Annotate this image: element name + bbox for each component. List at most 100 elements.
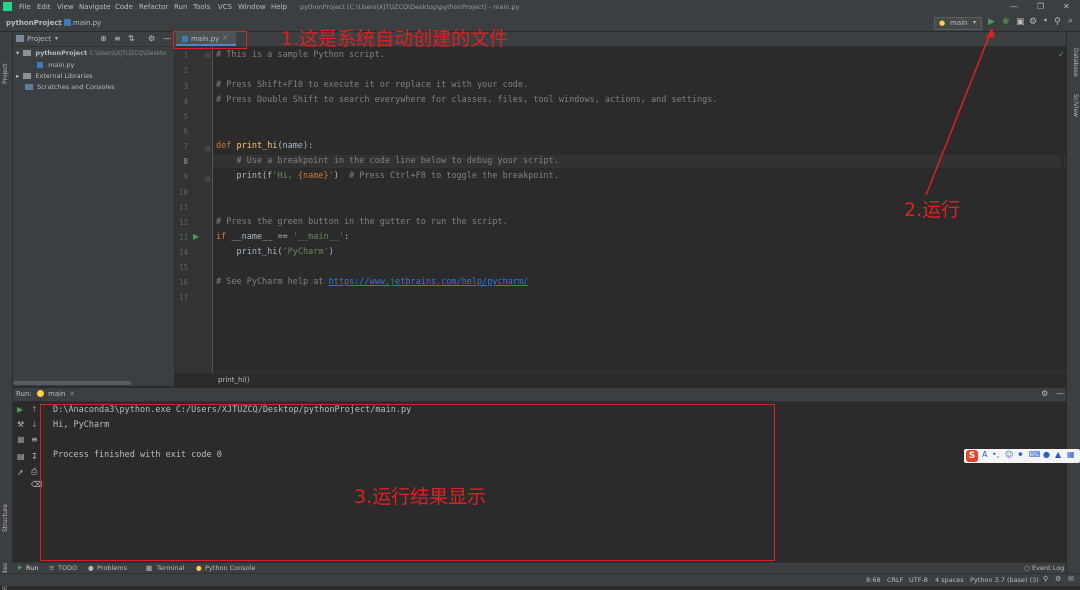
file-encoding[interactable]: UTF-8	[909, 576, 928, 584]
hide-panel-icon[interactable]: —	[1056, 389, 1064, 398]
right-tool-strip: Database SciView	[1066, 32, 1080, 580]
ime-emoji-icon[interactable]: ☺	[1005, 450, 1013, 459]
debug-icon[interactable]: ❀	[1002, 17, 1010, 27]
locate-icon[interactable]: ⊕	[100, 34, 107, 43]
help-link[interactable]: https://www.jetbrains.com/help/pycharm/	[329, 277, 529, 287]
notifications-icon[interactable]: ✉	[1068, 575, 1074, 583]
settings-icon[interactable]: ⚙	[148, 34, 155, 43]
structure-tool-tab[interactable]: Structure	[2, 504, 9, 532]
tool-tab-python-console[interactable]: Python Console	[205, 564, 255, 572]
settings-icon[interactable]: ⚙	[1041, 389, 1048, 398]
more-chevron-icon[interactable]: ▾	[1044, 17, 1047, 24]
database-tool-tab[interactable]: Database	[1072, 48, 1079, 77]
minimize-icon[interactable]: —	[1010, 2, 1018, 11]
ime-user-icon[interactable]: ●	[1043, 450, 1050, 459]
ime-skin-icon[interactable]: ▲	[1055, 450, 1061, 459]
inspector-icon[interactable]: ⚙	[1055, 575, 1061, 583]
ime-logo-icon[interactable]: S	[966, 450, 978, 462]
restore-icon[interactable]: ❐	[1037, 2, 1044, 11]
tree-root[interactable]: ▾ pythonProject C:\Users\XJTUZCQ\Deskto	[16, 49, 166, 57]
sciview-tool-tab[interactable]: SciView	[1072, 94, 1079, 117]
scroll-up-icon[interactable]: ↑	[31, 405, 38, 414]
tool-tab-event-log[interactable]: Event Log	[1032, 564, 1064, 572]
checkmark-icon: ✓	[1058, 50, 1065, 59]
interpreter-select[interactable]: Python 3.7 (base) (3)	[970, 576, 1039, 584]
indent-setting[interactable]: 4 spaces	[935, 576, 964, 584]
close-icon[interactable]: ✕	[1063, 2, 1070, 11]
tree-item-external-libraries[interactable]: ▸ External Libraries	[16, 72, 93, 80]
editor-scrollbar[interactable]	[1061, 62, 1064, 362]
tool-tab-todo[interactable]: TODO	[58, 564, 77, 572]
project-view-icon	[16, 35, 24, 42]
menu-help[interactable]: Help	[271, 3, 287, 11]
comment: # Press Ctrl+F8 to toggle the breakpoint…	[349, 171, 559, 181]
run-gutter-icon[interactable]: ▶	[193, 232, 199, 241]
tool-tab-run[interactable]: Run	[26, 564, 38, 572]
fold-icon[interactable]: ⊟	[205, 175, 211, 183]
menu-navigate[interactable]: Navigate	[79, 3, 110, 11]
scroll-to-end-icon[interactable]: ↧	[31, 452, 38, 461]
run-panel-header: Run: main ✕ ⚙ —	[13, 388, 1066, 402]
code-text: )	[333, 171, 350, 181]
fold-icon[interactable]: ⊟	[205, 52, 211, 60]
menu-view[interactable]: View	[57, 3, 74, 11]
tool-tab-terminal[interactable]: Terminal	[157, 564, 184, 572]
ime-keyboard-icon[interactable]: ⌨	[1029, 450, 1041, 459]
project-view-select[interactable]: Project	[27, 35, 51, 43]
line-number: 4	[183, 97, 188, 106]
wrench-icon[interactable]: ⚒	[17, 420, 24, 429]
scroll-down-icon[interactable]: ↓	[31, 420, 38, 429]
soft-wrap-icon[interactable]: ≡	[31, 435, 38, 444]
chevron-down-icon[interactable]: ▾	[55, 35, 58, 42]
code-line-7: def print_hi(name):	[216, 141, 313, 151]
comment: # See PyCharm help at	[216, 277, 329, 287]
menu-window[interactable]: Window	[238, 3, 266, 11]
menu-refactor[interactable]: Refactor	[139, 3, 168, 11]
hide-panel-icon[interactable]: —	[163, 34, 171, 43]
breadcrumb-file[interactable]: main.py	[73, 19, 101, 27]
search-everywhere-icon[interactable]: ⌕	[1068, 16, 1073, 26]
pin-icon[interactable]: ➚	[17, 468, 24, 477]
editor-breadcrumb[interactable]: print_hi()	[218, 376, 250, 384]
ime-language-icon[interactable]: A	[982, 450, 987, 459]
print-icon[interactable]: ⎙	[31, 467, 37, 477]
run-icon[interactable]: ▶	[988, 17, 995, 27]
run-tab-main[interactable]: main	[48, 390, 66, 398]
run-config-select[interactable]: ● main ▾	[934, 17, 982, 30]
navigation-bar: pythonProject | main.py ● main ▾ ▶ ❀ ▣ ⚙…	[0, 16, 1080, 32]
line-separator[interactable]: CRLF	[887, 576, 903, 584]
menu-vcs[interactable]: VCS	[218, 3, 232, 11]
fold-icon[interactable]: ⊟	[205, 145, 211, 153]
menu-run[interactable]: Run	[174, 3, 187, 11]
stop-icon[interactable]: ■	[17, 435, 25, 444]
run-panel-label: Run:	[16, 390, 32, 398]
menu-edit[interactable]: Edit	[37, 3, 51, 11]
menu-tools[interactable]: Tools	[193, 3, 210, 11]
search-icon[interactable]: ⚲	[1054, 17, 1061, 27]
code-text: (name):	[277, 141, 314, 151]
layout-icon[interactable]: ▤	[17, 452, 25, 461]
menu-code[interactable]: Code	[115, 3, 133, 11]
profile-icon[interactable]: ⚙	[1029, 17, 1037, 27]
breadcrumb-project[interactable]: pythonProject	[6, 19, 62, 27]
caret-position[interactable]: 8:68	[866, 576, 881, 584]
project-tool-tab[interactable]: Project	[2, 63, 9, 84]
ime-toolbar[interactable]: S A •, ☺ ⚫ ⌨ ● ▲ ▦	[964, 449, 1080, 463]
line-number: 5	[183, 112, 188, 121]
ime-menu-icon[interactable]: ▦	[1067, 450, 1075, 459]
lock-icon[interactable]: ⚲	[1043, 575, 1048, 583]
ime-punct-icon[interactable]: •,	[992, 450, 999, 459]
horizontal-scrollbar[interactable]	[13, 381, 131, 385]
rerun-icon[interactable]: ▶	[17, 405, 23, 414]
tree-item-label: Scratches and Consoles	[37, 83, 115, 91]
coverage-icon[interactable]: ▣	[1016, 17, 1025, 27]
expand-all-icon[interactable]: ⇅	[128, 34, 135, 43]
close-tab-icon[interactable]: ✕	[69, 390, 75, 398]
line-number: 8	[183, 157, 188, 166]
collapse-all-icon[interactable]: ≡	[114, 34, 121, 43]
ime-voice-icon[interactable]: ⚫	[1017, 450, 1024, 459]
tree-item-scratches[interactable]: Scratches and Consoles	[25, 83, 115, 91]
tool-tab-problems[interactable]: Problems	[97, 564, 127, 572]
tree-item-main-py[interactable]: main.py	[37, 61, 74, 69]
menu-file[interactable]: File	[19, 3, 31, 11]
